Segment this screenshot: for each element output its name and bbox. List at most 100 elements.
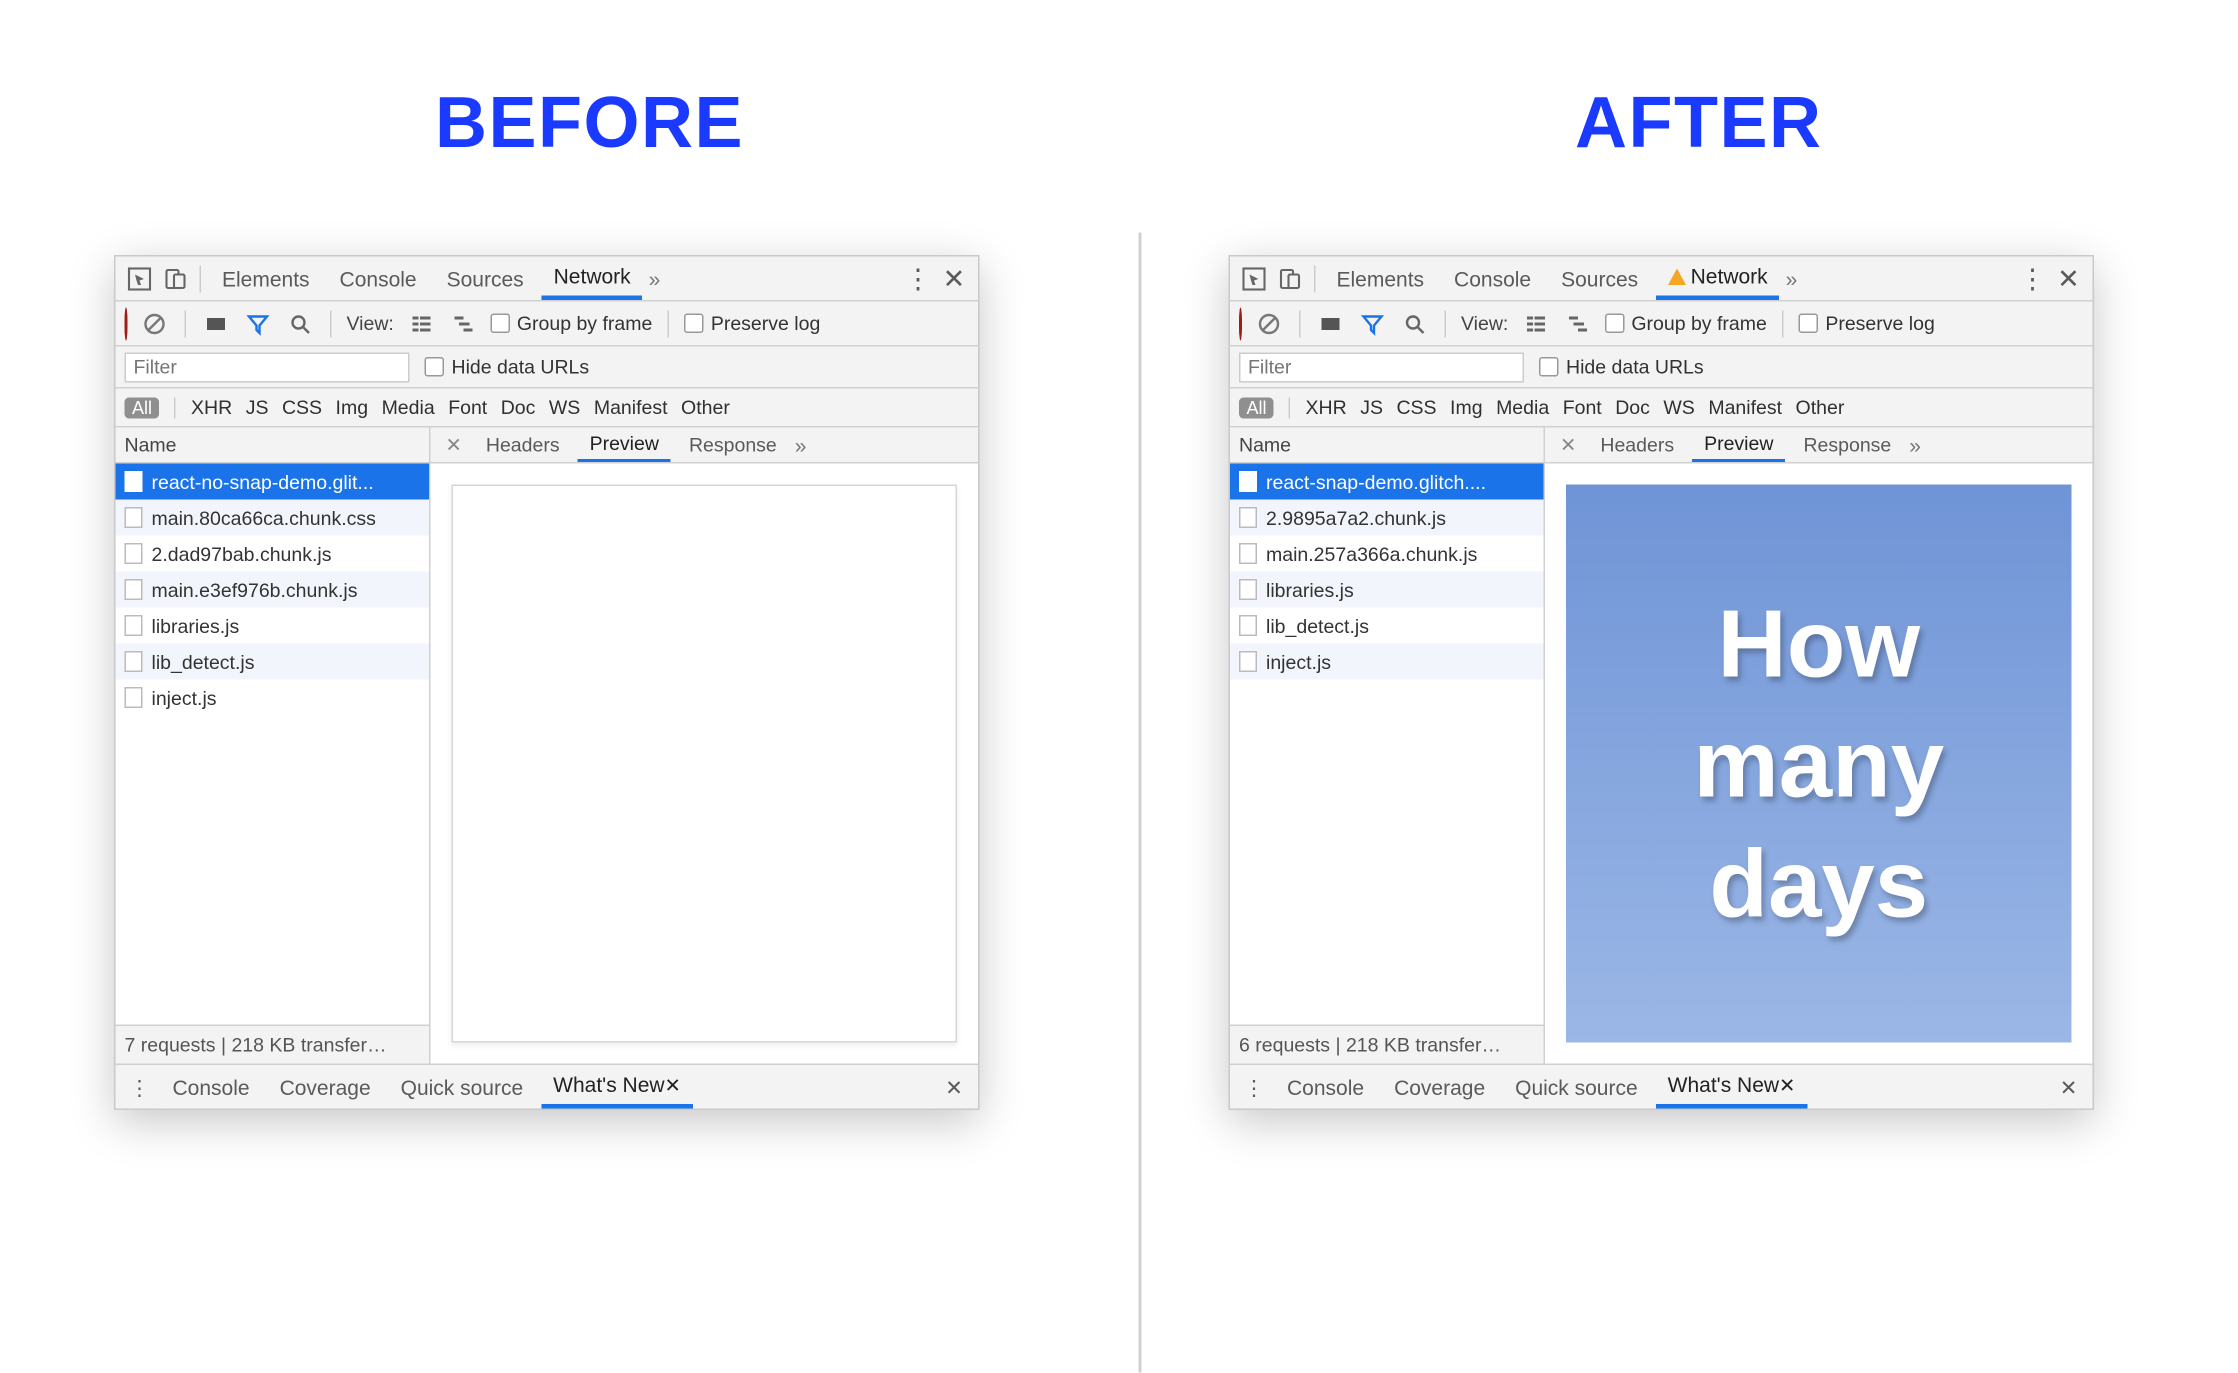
more-tabs-icon[interactable]: » [1786,268,1798,289]
kebab-icon[interactable]: ⋮ [2018,263,2048,293]
filter-all[interactable]: All [125,397,160,418]
request-row[interactable]: 2.dad97bab.chunk.js [116,536,430,572]
clear-icon[interactable] [1254,308,1284,338]
filter-font[interactable]: Font [448,398,487,418]
tab-console[interactable]: Console [328,257,429,301]
filter-input[interactable] [1239,352,1524,382]
clear-icon[interactable] [140,308,170,338]
kebab-icon[interactable]: ⋮ [903,263,933,293]
filter-ws[interactable]: WS [549,398,580,418]
filter-img[interactable]: Img [336,398,369,418]
tab-network[interactable]: Network [1656,257,1780,301]
request-row[interactable]: libraries.js [1230,572,1544,608]
large-rows-icon[interactable] [1520,308,1550,338]
detail-tab-preview[interactable]: Preview [578,428,671,463]
waterfall-icon[interactable] [1562,308,1592,338]
filter-other[interactable]: Other [681,398,730,418]
hide-data-urls-checkbox[interactable]: Hide data URLs [1539,357,1704,377]
drawer-tab-coverage[interactable]: Coverage [1382,1065,1497,1109]
more-tabs-icon[interactable]: » [649,268,661,289]
search-icon[interactable] [285,308,315,338]
detail-tab-headers[interactable]: Headers [1588,428,1686,463]
request-row[interactable]: react-no-snap-demo.glit... [116,464,430,500]
request-row[interactable]: lib_detect.js [116,644,430,680]
filter-other[interactable]: Other [1796,398,1845,418]
drawer-kebab-icon[interactable]: ⋮ [125,1072,155,1102]
filter-xhr[interactable]: XHR [1306,398,1347,418]
filter-icon[interactable] [243,308,273,338]
request-row[interactable]: lib_detect.js [1230,608,1544,644]
filter-manifest[interactable]: Manifest [594,398,668,418]
request-row[interactable]: main.257a366a.chunk.js [1230,536,1544,572]
column-header-name[interactable]: Name [116,428,430,464]
drawer-tab-quicksource[interactable]: Quick source [1503,1065,1650,1109]
drawer-close-icon[interactable]: ✕ [939,1072,969,1102]
detail-tab-response[interactable]: Response [1791,428,1903,463]
close-devtools-icon[interactable]: ✕ [939,263,969,293]
filter-icon[interactable] [1358,308,1388,338]
inspect-icon[interactable] [1239,263,1269,293]
screenshot-icon[interactable] [201,308,231,338]
tab-elements[interactable]: Elements [210,257,322,301]
screenshot-icon[interactable] [1316,308,1346,338]
request-row[interactable]: main.80ca66ca.chunk.css [116,500,430,536]
device-icon[interactable] [161,263,191,293]
preserve-log-checkbox[interactable]: Preserve log [684,314,820,334]
filter-doc[interactable]: Doc [501,398,536,418]
filter-js[interactable]: JS [1360,398,1383,418]
drawer-tab-coverage[interactable]: Coverage [268,1065,383,1109]
tab-sources[interactable]: Sources [1549,257,1650,301]
detail-tab-headers[interactable]: Headers [474,428,572,463]
filter-doc[interactable]: Doc [1615,398,1650,418]
filter-font[interactable]: Font [1563,398,1602,418]
search-icon[interactable] [1400,308,1430,338]
tab-elements[interactable]: Elements [1325,257,1437,301]
filter-css[interactable]: CSS [282,398,322,418]
drawer-close-icon[interactable]: ✕ [2054,1072,2084,1102]
inspect-icon[interactable] [125,263,155,293]
filter-media[interactable]: Media [1496,398,1549,418]
record-icon[interactable] [1239,310,1242,337]
request-row[interactable]: inject.js [1230,644,1544,680]
detail-tab-response[interactable]: Response [677,428,789,463]
record-icon[interactable] [125,310,128,337]
request-row[interactable]: react-snap-demo.glitch.... [1230,464,1544,500]
close-devtools-icon[interactable]: ✕ [2054,263,2084,293]
drawer-kebab-icon[interactable]: ⋮ [1239,1072,1269,1102]
filter-all[interactable]: All [1239,397,1274,418]
close-detail-icon[interactable]: ✕ [1554,435,1582,455]
device-icon[interactable] [1275,263,1305,293]
filter-css[interactable]: CSS [1396,398,1436,418]
tab-console[interactable]: Console [1442,257,1543,301]
drawer-tab-quicksource[interactable]: Quick source [389,1065,536,1109]
drawer-tab-whatsnew[interactable]: What's New ✕ [541,1065,693,1109]
tab-network[interactable]: Network [542,257,643,301]
drawer-tab-whatsnew[interactable]: What's New ✕ [1656,1065,1808,1109]
close-detail-icon[interactable]: ✕ [440,435,468,455]
more-detail-tabs-icon[interactable]: » [1909,434,1921,455]
filter-xhr[interactable]: XHR [191,398,232,418]
column-header-name[interactable]: Name [1230,428,1544,464]
group-by-frame-checkbox[interactable]: Group by frame [1604,314,1766,334]
request-row[interactable]: 2.9895a7a2.chunk.js [1230,500,1544,536]
drawer-tab-console[interactable]: Console [161,1065,262,1109]
tab-sources[interactable]: Sources [435,257,536,301]
group-by-frame-checkbox[interactable]: Group by frame [490,314,652,334]
more-detail-tabs-icon[interactable]: » [795,434,807,455]
request-row[interactable]: libraries.js [116,608,430,644]
filter-input[interactable] [125,352,410,382]
filter-img[interactable]: Img [1450,398,1483,418]
large-rows-icon[interactable] [406,308,436,338]
request-row[interactable]: main.e3ef976b.chunk.js [116,572,430,608]
filter-media[interactable]: Media [382,398,435,418]
preserve-log-checkbox[interactable]: Preserve log [1798,314,1934,334]
filter-manifest[interactable]: Manifest [1708,398,1782,418]
request-row[interactable]: inject.js [116,680,430,716]
detail-tab-preview[interactable]: Preview [1692,428,1785,463]
filter-ws[interactable]: WS [1663,398,1694,418]
drawer-tab-console[interactable]: Console [1275,1065,1376,1109]
hide-data-urls-checkbox[interactable]: Hide data URLs [425,357,590,377]
file-icon [1239,543,1257,564]
waterfall-icon[interactable] [448,308,478,338]
filter-js[interactable]: JS [246,398,269,418]
